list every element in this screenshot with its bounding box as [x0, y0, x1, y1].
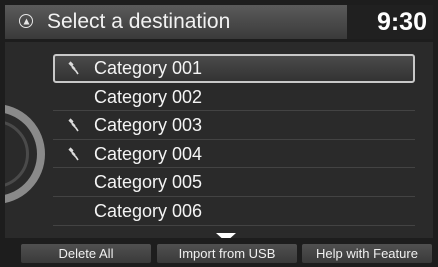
list-item-label: Category 003 [94, 115, 203, 136]
list-item-label: Category 001 [94, 58, 203, 78]
header-bar: Select a destination 9:30 [5, 5, 433, 39]
list-item[interactable]: Category 001 [53, 54, 415, 83]
clock-panel: 9:30 [347, 5, 433, 39]
page-title: Select a destination [47, 10, 231, 33]
scroll-down-icon[interactable] [216, 233, 236, 238]
help-with-feature-button[interactable]: Help with Feature [302, 244, 432, 263]
import-from-usb-button[interactable]: Import from USB [157, 244, 297, 263]
list-item-label: Category 006 [94, 200, 203, 221]
list-item-label: Category 005 [94, 172, 203, 193]
list-item-label: Category 002 [94, 86, 203, 107]
list-item[interactable]: Category 002 [53, 83, 415, 112]
list-item[interactable]: Category 003 [53, 111, 415, 140]
delete-all-button[interactable]: Delete All [21, 244, 151, 263]
home-icon[interactable] [19, 14, 33, 28]
category-flag-icon [68, 118, 79, 132]
navigation-screen: Select a destination 9:30 Category 001 C… [0, 0, 438, 267]
list-item[interactable]: Category 005 [53, 168, 415, 197]
category-flag-icon [68, 147, 79, 161]
destination-list-area: Category 001 Category 002 Category 003 C… [5, 42, 433, 238]
list-item[interactable]: Category 006 [53, 197, 415, 226]
category-list: Category 001 Category 002 Category 003 C… [53, 54, 415, 226]
list-item[interactable]: Category 004 [53, 140, 415, 169]
bottom-button-bar: Delete All Import from USB Help with Fea… [5, 242, 433, 264]
list-item-label: Category 004 [94, 143, 203, 164]
clock: 9:30 [376, 8, 427, 36]
category-flag-icon [68, 61, 79, 75]
